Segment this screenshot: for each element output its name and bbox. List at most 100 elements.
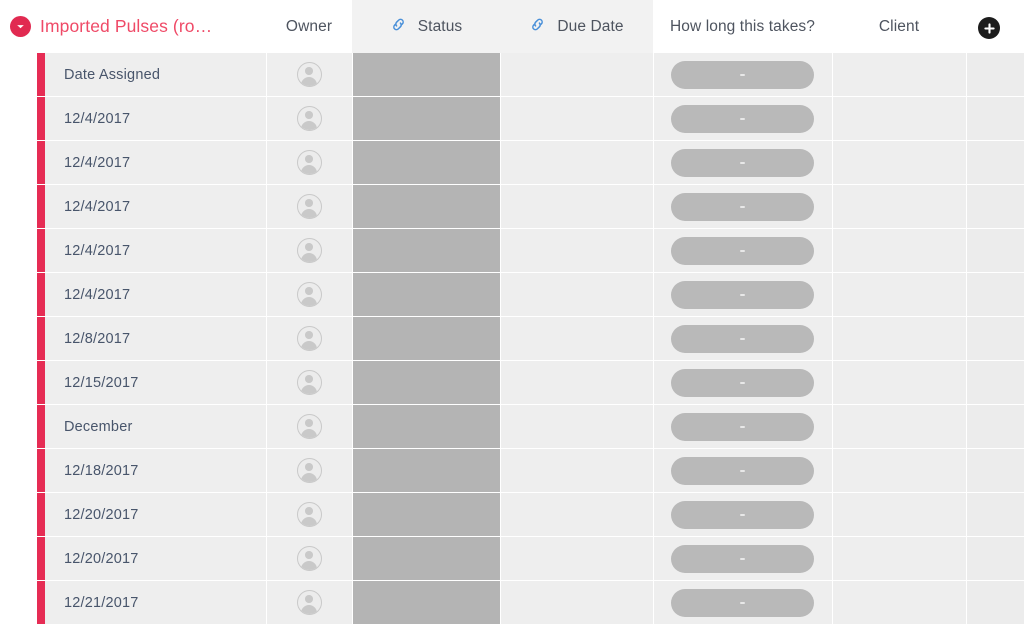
cell-owner[interactable] <box>266 53 352 96</box>
cell-due-date[interactable] <box>500 449 653 492</box>
column-header-status[interactable]: Status <box>352 0 500 53</box>
cell-status[interactable] <box>352 537 500 580</box>
cell-status[interactable] <box>352 97 500 140</box>
cell-owner[interactable] <box>266 229 352 272</box>
cell-client[interactable] <box>832 405 966 448</box>
table-row[interactable]: 12/4/2017 <box>0 229 1024 273</box>
cell-status[interactable] <box>352 493 500 536</box>
cell-item-name[interactable]: Date Assigned <box>45 53 266 96</box>
cell-owner[interactable] <box>266 97 352 140</box>
cell-how-long[interactable] <box>653 141 832 184</box>
cell-extra[interactable] <box>966 185 1024 228</box>
cell-item-name[interactable]: 12/20/2017 <box>45 537 266 580</box>
cell-how-long[interactable] <box>653 53 832 96</box>
cell-item-name[interactable]: 12/15/2017 <box>45 361 266 404</box>
cell-due-date[interactable] <box>500 493 653 536</box>
table-row[interactable]: 12/18/2017 <box>0 449 1024 493</box>
cell-how-long[interactable] <box>653 537 832 580</box>
table-row[interactable]: 12/20/2017 <box>0 493 1024 537</box>
cell-client[interactable] <box>832 229 966 272</box>
group-header-cell[interactable]: Imported Pulses (ro… <box>0 0 266 53</box>
cell-status[interactable] <box>352 273 500 316</box>
cell-extra[interactable] <box>966 273 1024 316</box>
cell-due-date[interactable] <box>500 581 653 624</box>
cell-client[interactable] <box>832 53 966 96</box>
cell-extra[interactable] <box>966 53 1024 96</box>
cell-status[interactable] <box>352 185 500 228</box>
cell-item-name[interactable]: 12/4/2017 <box>45 97 266 140</box>
cell-due-date[interactable] <box>500 185 653 228</box>
cell-how-long[interactable] <box>653 273 832 316</box>
column-header-owner[interactable]: Owner <box>266 0 352 53</box>
cell-item-name[interactable]: 12/4/2017 <box>45 273 266 316</box>
table-row[interactable]: 12/15/2017 <box>0 361 1024 405</box>
cell-extra[interactable] <box>966 317 1024 360</box>
cell-client[interactable] <box>832 317 966 360</box>
chevron-down-circle-icon[interactable] <box>10 16 31 37</box>
table-row[interactable]: 12/20/2017 <box>0 537 1024 581</box>
table-row[interactable]: 12/4/2017 <box>0 273 1024 317</box>
cell-extra[interactable] <box>966 581 1024 624</box>
cell-how-long[interactable] <box>653 493 832 536</box>
cell-due-date[interactable] <box>500 97 653 140</box>
cell-owner[interactable] <box>266 361 352 404</box>
cell-owner[interactable] <box>266 449 352 492</box>
cell-client[interactable] <box>832 449 966 492</box>
cell-status[interactable] <box>352 317 500 360</box>
table-row[interactable]: 12/4/2017 <box>0 141 1024 185</box>
cell-item-name[interactable]: 12/18/2017 <box>45 449 266 492</box>
cell-status[interactable] <box>352 141 500 184</box>
column-header-client[interactable]: Client <box>832 0 966 53</box>
cell-item-name[interactable]: 12/4/2017 <box>45 229 266 272</box>
cell-status[interactable] <box>352 361 500 404</box>
cell-due-date[interactable] <box>500 273 653 316</box>
cell-extra[interactable] <box>966 141 1024 184</box>
table-row[interactable]: December <box>0 405 1024 449</box>
cell-due-date[interactable] <box>500 361 653 404</box>
cell-due-date[interactable] <box>500 317 653 360</box>
cell-due-date[interactable] <box>500 229 653 272</box>
cell-extra[interactable] <box>966 449 1024 492</box>
cell-extra[interactable] <box>966 97 1024 140</box>
cell-owner[interactable] <box>266 405 352 448</box>
cell-due-date[interactable] <box>500 537 653 580</box>
cell-client[interactable] <box>832 185 966 228</box>
table-row[interactable]: 12/8/2017 <box>0 317 1024 361</box>
cell-owner[interactable] <box>266 273 352 316</box>
cell-how-long[interactable] <box>653 185 832 228</box>
cell-how-long[interactable] <box>653 361 832 404</box>
cell-owner[interactable] <box>266 537 352 580</box>
plus-circle-icon[interactable] <box>978 17 1000 39</box>
cell-item-name[interactable]: 12/4/2017 <box>45 141 266 184</box>
cell-extra[interactable] <box>966 405 1024 448</box>
cell-item-name[interactable]: December <box>45 405 266 448</box>
cell-status[interactable] <box>352 405 500 448</box>
cell-owner[interactable] <box>266 317 352 360</box>
cell-client[interactable] <box>832 141 966 184</box>
table-row[interactable]: 12/21/2017 <box>0 581 1024 625</box>
cell-client[interactable] <box>832 97 966 140</box>
table-row[interactable]: 12/4/2017 <box>0 185 1024 229</box>
cell-how-long[interactable] <box>653 317 832 360</box>
cell-status[interactable] <box>352 449 500 492</box>
cell-owner[interactable] <box>266 493 352 536</box>
cell-due-date[interactable] <box>500 405 653 448</box>
cell-client[interactable] <box>832 273 966 316</box>
cell-item-name[interactable]: 12/21/2017 <box>45 581 266 624</box>
cell-item-name[interactable]: 12/20/2017 <box>45 493 266 536</box>
table-row[interactable]: 12/4/2017 <box>0 97 1024 141</box>
cell-how-long[interactable] <box>653 449 832 492</box>
cell-client[interactable] <box>832 537 966 580</box>
cell-extra[interactable] <box>966 537 1024 580</box>
cell-client[interactable] <box>832 581 966 624</box>
table-row[interactable]: Date Assigned <box>0 53 1024 97</box>
cell-extra[interactable] <box>966 361 1024 404</box>
cell-due-date[interactable] <box>500 53 653 96</box>
cell-how-long[interactable] <box>653 229 832 272</box>
cell-due-date[interactable] <box>500 141 653 184</box>
cell-client[interactable] <box>832 361 966 404</box>
cell-owner[interactable] <box>266 141 352 184</box>
cell-item-name[interactable]: 12/8/2017 <box>45 317 266 360</box>
cell-owner[interactable] <box>266 581 352 624</box>
cell-owner[interactable] <box>266 185 352 228</box>
